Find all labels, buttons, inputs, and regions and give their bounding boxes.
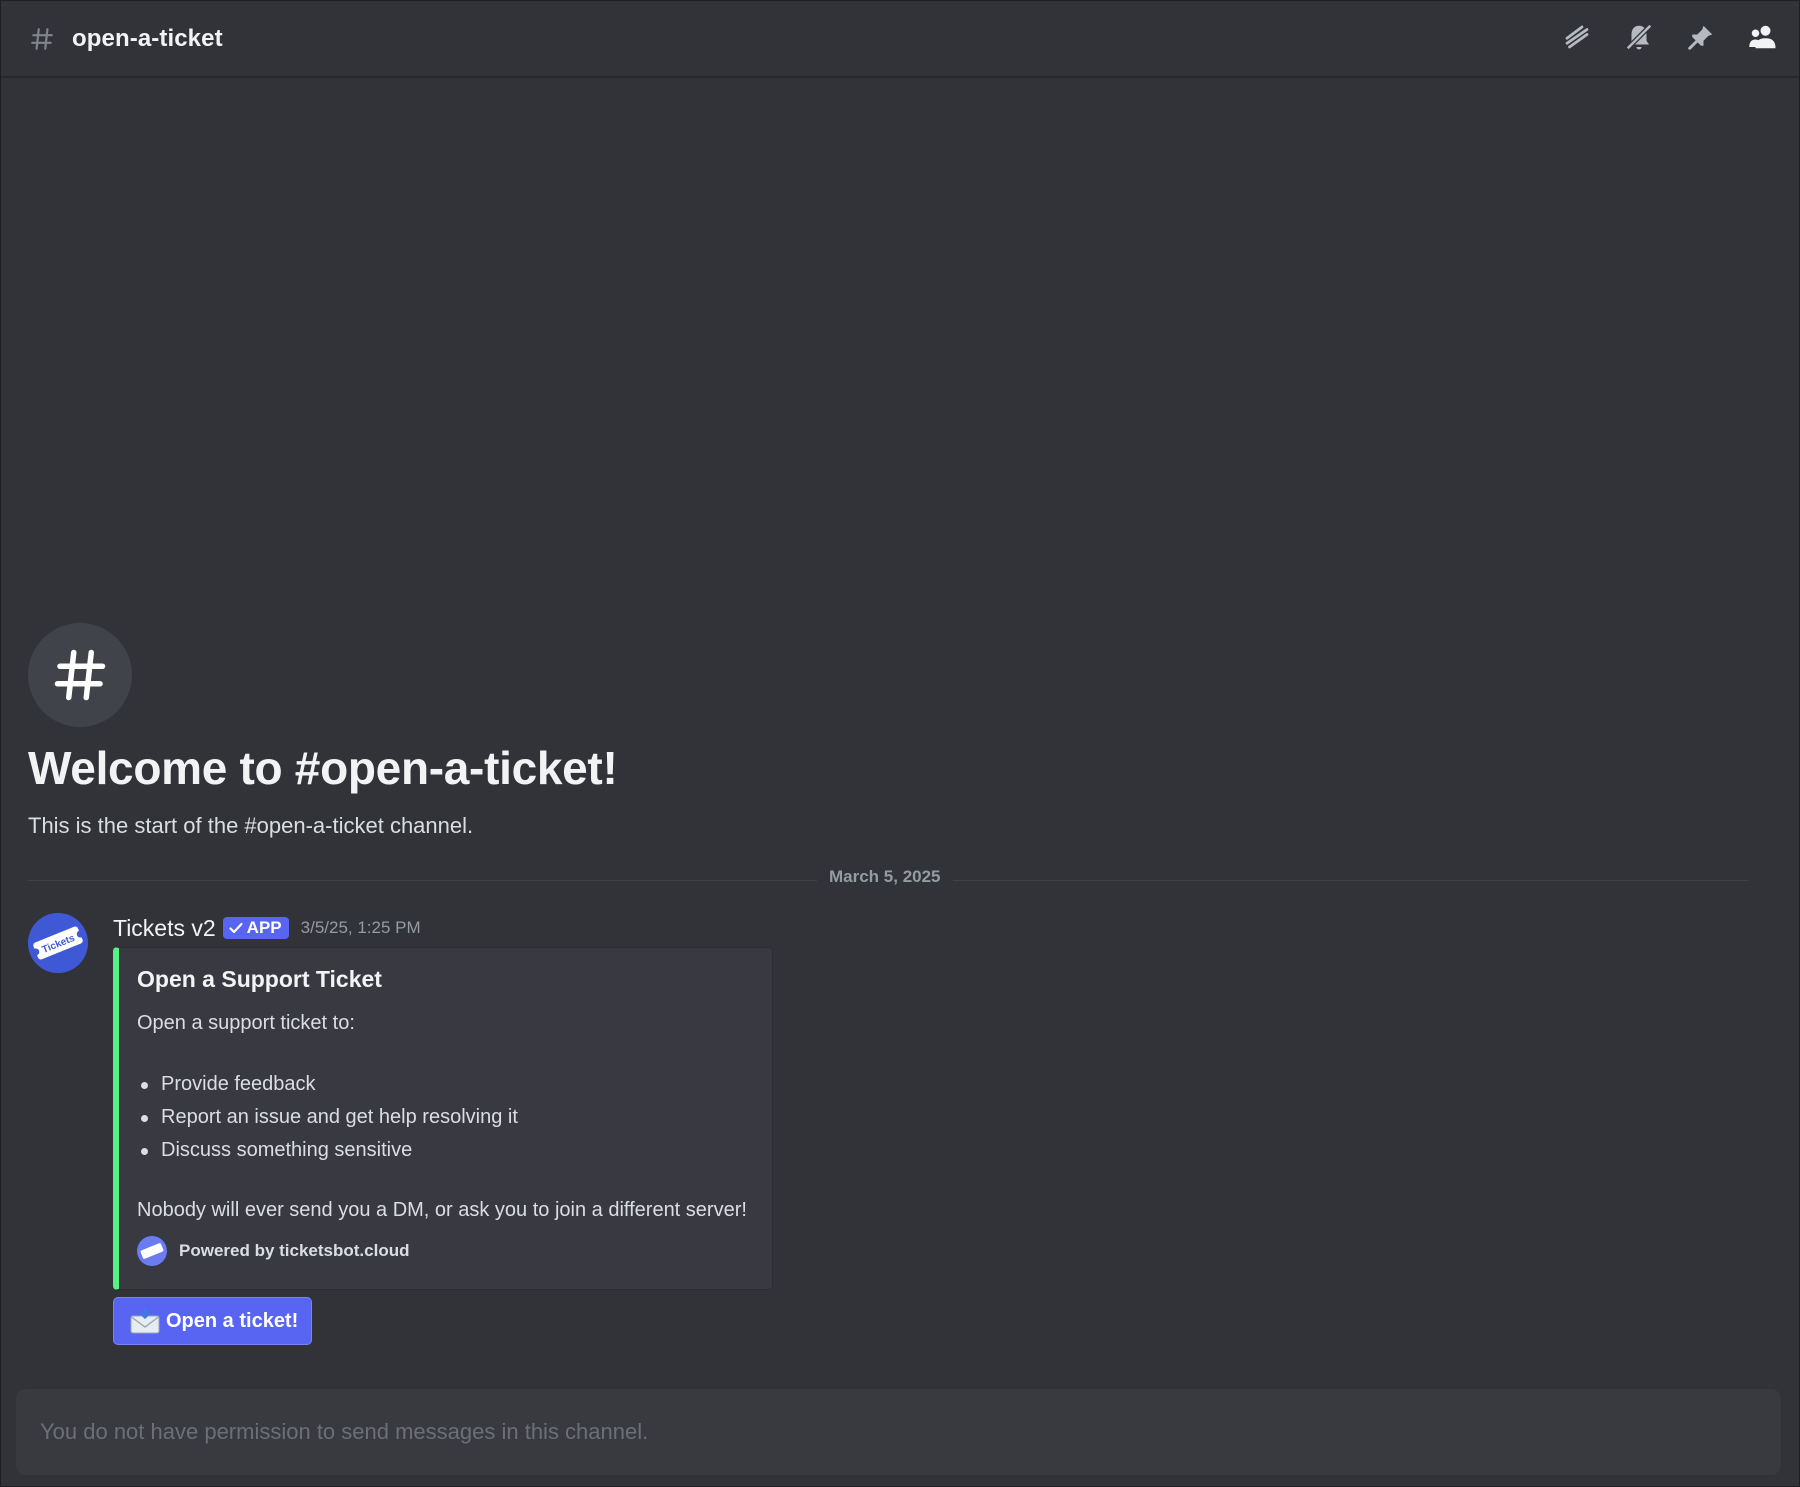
message-username[interactable]: Tickets v2 bbox=[113, 915, 216, 942]
open-ticket-button-label: Open a ticket! bbox=[166, 1309, 299, 1332]
input-placeholder: You do not have permission to send messa… bbox=[40, 1419, 649, 1444]
threads-icon[interactable] bbox=[1561, 21, 1593, 53]
list-item: Discuss something sensitive bbox=[137, 1134, 518, 1167]
embed-note: Nobody will ever send you a DM, or ask y… bbox=[137, 1199, 747, 1221]
channel-header: open-a-ticket bbox=[1, 1, 1800, 77]
header-toolbar bbox=[1561, 21, 1779, 53]
message-timestamp: 3/5/25, 1:25 PM bbox=[300, 918, 421, 937]
channel-title: open-a-ticket bbox=[72, 24, 223, 52]
channel-welcome-subtitle: This is the start of the #open-a-ticket … bbox=[28, 813, 474, 838]
members-icon[interactable] bbox=[1747, 21, 1779, 53]
hashtag-icon bbox=[28, 25, 56, 53]
verified-check-icon bbox=[229, 922, 243, 934]
app-badge-label: APP bbox=[246, 918, 282, 937]
embed-footer: Powered by ticketsbot.cloud bbox=[137, 1236, 410, 1266]
bot-avatar[interactable]: Tickets bbox=[28, 913, 88, 973]
channel-welcome-title: Welcome to #open-a-ticket! bbox=[28, 742, 618, 794]
embed-title: Open a Support Ticket bbox=[137, 966, 382, 992]
embed-list: Provide feedback Report an issue and get… bbox=[137, 1068, 518, 1167]
message-header: Tickets v2 APP 3/5/25, 1:25 PM bbox=[113, 913, 421, 943]
hashtag-icon bbox=[54, 649, 106, 701]
date-divider-label: March 5, 2025 bbox=[817, 867, 953, 887]
pin-icon[interactable] bbox=[1685, 21, 1717, 53]
open-ticket-button[interactable]: Open a ticket! bbox=[113, 1297, 312, 1345]
channel-intro-icon bbox=[28, 623, 132, 727]
embed-footer-text: Powered by ticketsbot.cloud bbox=[179, 1241, 410, 1260]
list-item: Provide feedback bbox=[137, 1068, 518, 1101]
bell-muted-icon[interactable] bbox=[1623, 21, 1655, 53]
embed-description: Open a support ticket to: bbox=[137, 1012, 355, 1034]
ticket-logo-icon bbox=[137, 1236, 167, 1266]
incoming-envelope-icon bbox=[130, 1308, 160, 1334]
discord-channel-view: open-a-ticket Welcome to #open-a-ticket!… bbox=[0, 0, 1800, 1487]
app-badge: APP bbox=[222, 917, 289, 939]
message-input-disabled: You do not have permission to send messa… bbox=[16, 1389, 1781, 1475]
message-embed: Open a Support Ticket Open a support tic… bbox=[113, 947, 773, 1290]
list-item: Report an issue and get help resolving i… bbox=[137, 1101, 518, 1134]
